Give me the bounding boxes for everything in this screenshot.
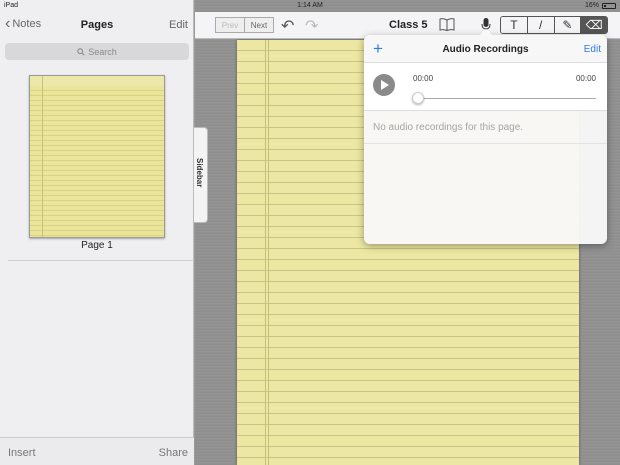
sidebar-tab-label: Sidebar	[195, 158, 204, 188]
audio-recordings-popover: + Audio Recordings Edit 00:00 00:00 No a…	[364, 29, 607, 244]
status-time: 1:14 AM	[297, 2, 323, 9]
thumb-header-band	[30, 76, 164, 86]
sidebar-title: Pages	[80, 19, 114, 31]
page-thumbnail-label: Page 1	[81, 240, 113, 251]
play-icon[interactable]	[373, 74, 395, 96]
status-bar: iPad 1:14 AM 16%	[0, 0, 620, 12]
pages-sidebar: ‹ Notes Pages Edit Search Page 1 Insert …	[0, 0, 194, 465]
divider	[364, 143, 607, 144]
popover-header: + Audio Recordings Edit	[364, 35, 607, 63]
search-placeholder: Search	[88, 46, 117, 57]
next-page-button[interactable]: Next	[244, 17, 274, 33]
divider	[8, 260, 194, 261]
tool-picker: T / ✎ ⌫	[500, 16, 608, 34]
book-icon[interactable]	[439, 18, 455, 31]
text-tool-icon[interactable]: T	[501, 17, 528, 33]
battery-icon	[602, 2, 616, 9]
battery-percent: 16%	[584, 2, 599, 9]
sidebar-bottom-bar: Insert Share	[0, 437, 194, 465]
pen-tool-icon[interactable]: /	[527, 17, 555, 33]
document-title: Class 5	[389, 19, 428, 31]
popover-title: Audio Recordings	[442, 44, 529, 55]
insert-button[interactable]: Insert	[8, 447, 36, 459]
share-button[interactable]: Share	[159, 447, 188, 459]
eraser-tool-icon[interactable]: ⌫	[581, 17, 607, 33]
sidebar-toggle-tab[interactable]: Sidebar	[194, 127, 208, 223]
highlighter-tool-icon[interactable]: ✎	[554, 17, 582, 33]
total-time: 00:00	[575, 74, 596, 83]
redo-icon[interactable]: ↷	[305, 16, 318, 36]
undo-icon[interactable]: ↶	[281, 16, 294, 36]
playback-slider-track[interactable]	[415, 98, 596, 99]
thumb-margin-line	[42, 76, 43, 237]
playback-slider-thumb[interactable]	[412, 92, 424, 104]
search-input[interactable]: Search	[5, 43, 189, 60]
page-thumbnail[interactable]	[29, 75, 165, 238]
popover-edit-button[interactable]: Edit	[584, 44, 601, 55]
elapsed-time: 00:00	[413, 74, 434, 83]
sidebar-edit-button[interactable]: Edit	[169, 19, 188, 31]
margin-line	[268, 40, 269, 465]
status-right: 16%	[585, 2, 616, 9]
empty-state-message: No audio recordings for this page.	[373, 122, 524, 133]
prev-page-button[interactable]: Prev	[215, 17, 245, 33]
margin-line	[265, 40, 266, 465]
search-icon	[77, 47, 85, 56]
audio-player: 00:00 00:00	[364, 63, 607, 111]
sidebar-nav-bar: ‹ Notes Pages Edit	[0, 12, 194, 40]
